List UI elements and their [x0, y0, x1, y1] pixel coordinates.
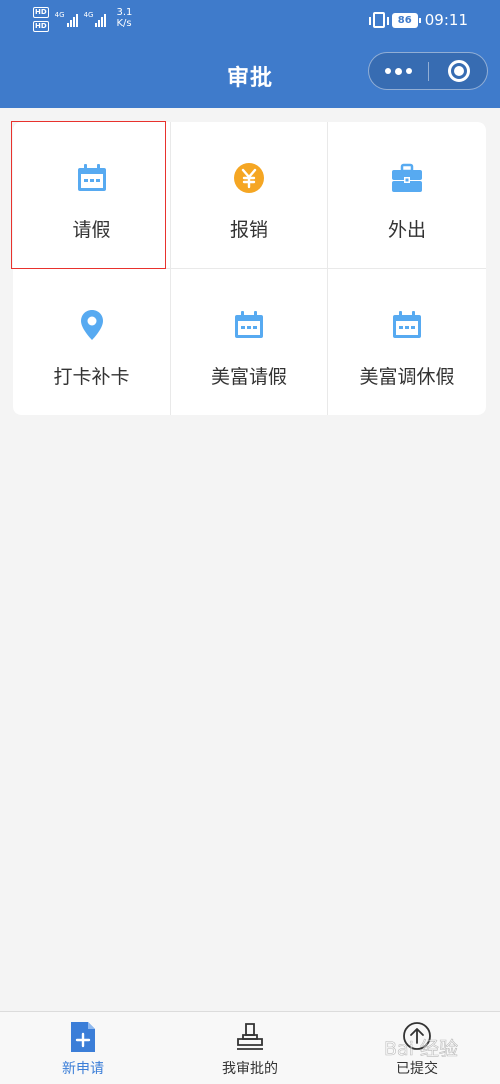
new-document-icon [71, 1022, 95, 1052]
grid-item-leave[interactable]: 请假 [13, 122, 170, 268]
grid-item-label: 报销 [229, 219, 268, 241]
location-pin-icon [80, 310, 103, 340]
tab-new-application[interactable]: 新申请 [0, 1012, 166, 1084]
grid-item-go-out[interactable]: 外出 [328, 122, 486, 268]
calendar-icon [393, 311, 421, 338]
tab-label: 新申请 [62, 1061, 104, 1077]
more-dots-icon[interactable] [369, 53, 428, 89]
status-bar: HD HD 4G 4G 3.1 K/s 86 09:11 [0, 0, 500, 40]
grid-item-clock-in-fix[interactable]: 打卡补卡 [13, 269, 170, 415]
briefcase-icon [392, 163, 422, 192]
net-speed-unit: K/s [116, 18, 132, 29]
grid-item-meifu-compensatory-leave[interactable]: 美富调休假 [328, 269, 486, 415]
battery-icon: 86 [391, 12, 421, 28]
bottom-tab-bar: 新申请 我审批的 已提交 [0, 1011, 500, 1084]
net-speed: 3.1 K/s [116, 7, 132, 29]
calendar-icon [77, 164, 106, 191]
signal-icon: 4G [84, 11, 107, 27]
status-right: 86 09:11 [368, 11, 468, 29]
mini-program-close-icon[interactable] [448, 60, 470, 82]
net-speed-value: 3.1 [116, 7, 133, 18]
clock: 09:11 [424, 11, 468, 29]
tab-submitted[interactable]: 已提交 [334, 1012, 500, 1084]
mini-program-capsule [368, 52, 488, 90]
tab-label: 我审批的 [222, 1061, 278, 1077]
network-type-label: 4G [83, 11, 94, 19]
grid-item-meifu-leave[interactable]: 美富请假 [171, 269, 327, 415]
status-left: HD HD 4G 4G 3.1 K/s [33, 7, 132, 32]
hd-badges: HD HD [33, 7, 49, 32]
tab-my-approvals[interactable]: 我审批的 [167, 1012, 333, 1084]
stamp-icon [237, 1023, 263, 1050]
grid-item-label: 美富请假 [210, 366, 287, 388]
hd-badge: HD [33, 21, 49, 32]
top-header: HD HD 4G 4G 3.1 K/s 86 09:11 审批 [0, 0, 500, 108]
grid-item-label: 美富调休假 [359, 366, 455, 388]
tab-label: 已提交 [396, 1061, 438, 1077]
grid-item-label: 请假 [72, 219, 111, 241]
grid-item-label: 打卡补卡 [53, 366, 130, 388]
capsule-divider [428, 62, 429, 81]
grid-item-label: 外出 [387, 219, 426, 241]
approval-type-grid: 请假 报销 外出 打卡补卡 美富请假 美富调休假 [13, 122, 486, 415]
vibrate-icon [368, 12, 389, 28]
hd-badge: HD [33, 7, 49, 18]
signal-icon: 4G [55, 11, 78, 27]
upload-arrow-icon [403, 1022, 431, 1050]
calendar-icon [235, 311, 263, 338]
network-type-label: 4G [54, 11, 65, 19]
yuan-coin-icon [234, 163, 264, 193]
grid-item-reimbursement[interactable]: 报销 [171, 122, 327, 268]
